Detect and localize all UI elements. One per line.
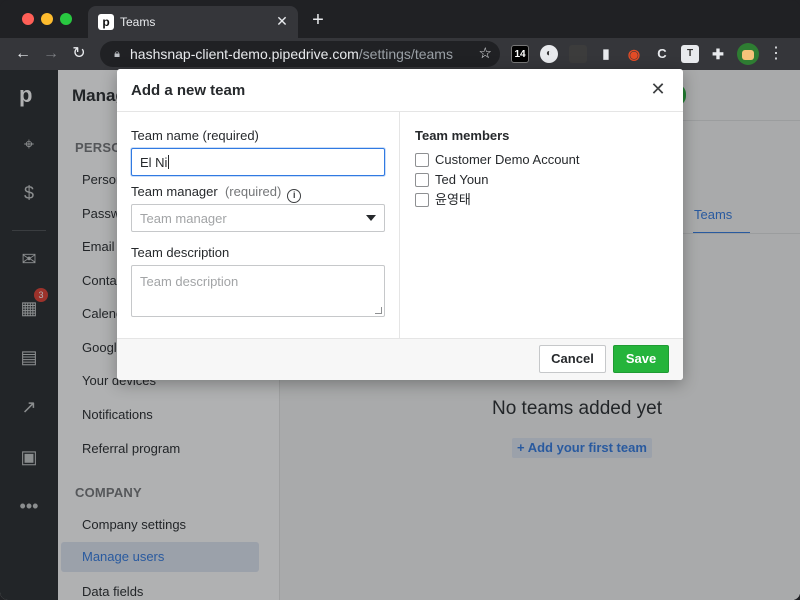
team-description-label: Team description	[131, 245, 230, 260]
team-manager-label: Team manager (required) i	[131, 184, 302, 203]
add-team-modal: Add a new team ✕ Team name (required) El…	[117, 69, 683, 380]
extension-red-icon[interactable]: ◉	[625, 45, 643, 63]
team-description-placeholder: Team description	[140, 274, 239, 289]
column-divider	[399, 112, 400, 338]
extension-ball-icon[interactable]: ◐	[540, 45, 558, 63]
team-name-value: El Ni	[140, 155, 168, 170]
member-label: Customer Demo Account	[435, 152, 580, 167]
window-close-button[interactable]	[22, 13, 34, 25]
team-description-textarea[interactable]: Team description	[131, 265, 385, 317]
extension-14-icon[interactable]: 14	[511, 45, 529, 63]
address-bar[interactable]: 🔒︎ hashsnap-client-demo.pipedrive.com/se…	[100, 41, 500, 67]
team-members-heading: Team members	[415, 128, 510, 143]
save-button[interactable]: Save	[613, 345, 669, 373]
member-checkbox[interactable]	[415, 153, 429, 167]
team-name-input[interactable]: El Ni	[131, 148, 385, 176]
browser-toolbar: ← → ↻ 🔒︎ hashsnap-client-demo.pipedrive.…	[0, 38, 800, 70]
member-label: 윤영태	[435, 192, 471, 207]
resize-handle-icon[interactable]	[375, 307, 382, 314]
info-icon[interactable]: i	[287, 189, 302, 203]
new-tab-icon[interactable]: +	[308, 10, 328, 30]
team-manager-placeholder: Team manager	[140, 211, 227, 226]
tab-title: Teams	[120, 15, 156, 29]
url-text: hashsnap-client-demo.pipedrive.com/setti…	[130, 46, 453, 62]
member-checkbox[interactable]	[415, 173, 429, 187]
modal-header: Add a new team ✕	[117, 69, 683, 112]
modal-footer: Cancel Save	[117, 338, 683, 380]
tab-strip: p Teams ✕ +	[0, 0, 800, 38]
extension-c-icon[interactable]: C	[653, 45, 671, 63]
browser-menu-icon[interactable]: ⋮	[768, 43, 784, 65]
team-manager-select[interactable]: Team manager	[131, 204, 385, 232]
member-label: Ted Youn	[435, 172, 489, 187]
pipedrive-favicon-icon: p	[98, 14, 114, 30]
browser-tab-teams[interactable]: p Teams ✕	[88, 6, 298, 38]
profile-avatar[interactable]	[737, 43, 759, 65]
lock-icon[interactable]: 🔒︎	[110, 47, 124, 61]
browser-window: p Teams ✕ + ← → ↻ 🔒︎ hashsnap-client-dem…	[0, 0, 800, 600]
window-maximize-button[interactable]	[60, 13, 72, 25]
extensions-puzzle-icon[interactable]: ✚	[709, 45, 727, 63]
window-minimize-button[interactable]	[41, 13, 53, 25]
cancel-button[interactable]: Cancel	[539, 345, 606, 373]
bookmark-star-icon[interactable]: ☆	[479, 45, 492, 63]
extension-blank-icon[interactable]	[569, 45, 587, 63]
member-checkbox[interactable]	[415, 193, 429, 207]
team-name-label: Team name (required)	[131, 128, 259, 143]
modal-title: Add a new team	[131, 82, 246, 99]
tab-close-icon[interactable]: ✕	[274, 13, 290, 29]
extension-office-icon[interactable]: ▮	[597, 45, 615, 63]
close-icon[interactable]: ✕	[649, 80, 667, 98]
reload-icon[interactable]: ↻	[68, 43, 90, 65]
extension-trello-icon[interactable]: T	[681, 45, 699, 63]
back-arrow-icon[interactable]: ←	[12, 43, 34, 65]
chevron-down-icon	[366, 215, 376, 221]
forward-arrow-icon[interactable]: →	[40, 43, 62, 65]
